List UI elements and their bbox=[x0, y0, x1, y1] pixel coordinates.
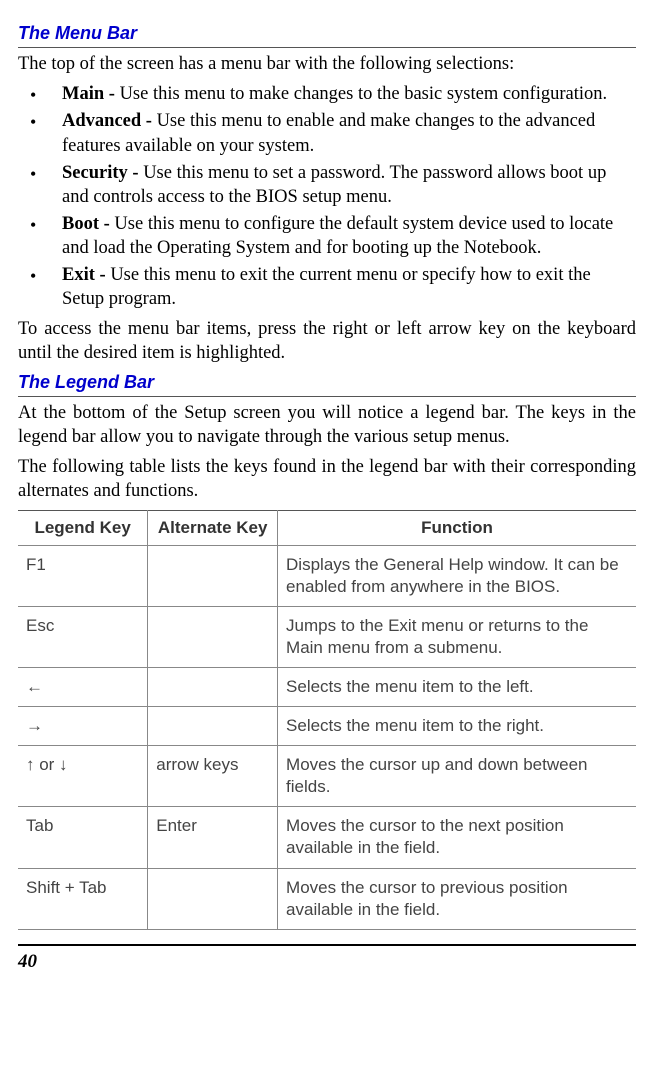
menu-bar-list: • Main - Use this menu to make changes to… bbox=[18, 82, 636, 310]
cell-alternate-key bbox=[148, 606, 278, 667]
table-row: F1 Displays the General Help window. It … bbox=[18, 545, 636, 606]
table-row: ↑ or ↓ arrow keys Moves the cursor up an… bbox=[18, 746, 636, 807]
cell-legend-key: ↑ or ↓ bbox=[18, 746, 148, 807]
menu-bar-outro: To access the menu bar items, press the … bbox=[18, 317, 636, 365]
section-header-legend-bar: The Legend Bar bbox=[18, 371, 636, 397]
legend-bar-para1: At the bottom of the Setup screen you wi… bbox=[18, 401, 636, 449]
col-header-legend-key: Legend Key bbox=[18, 510, 148, 545]
list-item: •Advanced - Use this menu to enable and … bbox=[18, 109, 636, 157]
cell-function: Jumps to the Exit menu or returns to the… bbox=[278, 606, 636, 667]
item-label: Security - bbox=[62, 163, 143, 183]
cell-alternate-key: Enter bbox=[148, 807, 278, 868]
table-row: Shift + Tab Moves the cursor to previous… bbox=[18, 868, 636, 929]
cell-legend-key: → bbox=[18, 707, 148, 746]
cell-function: Moves the cursor to previous position av… bbox=[278, 868, 636, 929]
col-header-function: Function bbox=[278, 510, 636, 545]
col-header-alternate-key: Alternate Key bbox=[148, 510, 278, 545]
page-number: 40 bbox=[18, 944, 636, 975]
table-row: ← Selects the menu item to the left. bbox=[18, 668, 636, 707]
list-item: • Security - Use this menu to set a passw… bbox=[18, 161, 636, 209]
cell-alternate-key: arrow keys bbox=[148, 746, 278, 807]
cell-alternate-key bbox=[148, 868, 278, 929]
bullet-icon: • bbox=[30, 163, 36, 186]
item-label: Main - bbox=[62, 84, 120, 104]
cell-legend-key: Shift + Tab bbox=[18, 868, 148, 929]
cell-legend-key: F1 bbox=[18, 545, 148, 606]
legend-bar-para2: The following table lists the keys found… bbox=[18, 455, 636, 503]
menu-bar-intro: The top of the screen has a menu bar wit… bbox=[18, 52, 636, 76]
cell-legend-key: Esc bbox=[18, 606, 148, 667]
cell-alternate-key bbox=[148, 545, 278, 606]
cell-function: Moves the cursor to the next position av… bbox=[278, 807, 636, 868]
list-item: • Main - Use this menu to make changes to… bbox=[18, 82, 636, 106]
item-desc: Use this menu to configure the default s… bbox=[62, 214, 613, 258]
section-header-menu-bar: The Menu Bar bbox=[18, 22, 636, 48]
cell-function: Displays the General Help window. It can… bbox=[278, 545, 636, 606]
list-item: • Boot - Use this menu to configure the d… bbox=[18, 212, 636, 260]
cell-legend-key: Tab bbox=[18, 807, 148, 868]
legend-table: Legend Key Alternate Key Function F1 Dis… bbox=[18, 510, 636, 930]
item-label: Advanced - bbox=[62, 111, 157, 131]
bullet-icon: • bbox=[30, 265, 36, 288]
item-label: Boot - bbox=[62, 214, 114, 234]
cell-alternate-key bbox=[148, 707, 278, 746]
cell-legend-key: ← bbox=[18, 668, 148, 707]
item-desc: Use this menu to make changes to the bas… bbox=[120, 84, 608, 104]
item-desc: Use this menu to set a password. The pas… bbox=[62, 163, 606, 207]
list-item: • Exit - Use this menu to exit the curren… bbox=[18, 263, 636, 311]
cell-alternate-key bbox=[148, 668, 278, 707]
table-header-row: Legend Key Alternate Key Function bbox=[18, 510, 636, 545]
table-row: Tab Enter Moves the cursor to the next p… bbox=[18, 807, 636, 868]
bullet-icon: • bbox=[30, 214, 36, 237]
table-row: → Selects the menu item to the right. bbox=[18, 707, 636, 746]
cell-function: Selects the menu item to the left. bbox=[278, 668, 636, 707]
cell-function: Moves the cursor up and down between fie… bbox=[278, 746, 636, 807]
item-desc: Use this menu to exit the current menu o… bbox=[62, 265, 591, 309]
item-label: Exit - bbox=[62, 265, 110, 285]
bullet-icon: • bbox=[30, 84, 36, 107]
table-row: Esc Jumps to the Exit menu or returns to… bbox=[18, 606, 636, 667]
bullet-icon: • bbox=[30, 111, 36, 134]
cell-function: Selects the menu item to the right. bbox=[278, 707, 636, 746]
